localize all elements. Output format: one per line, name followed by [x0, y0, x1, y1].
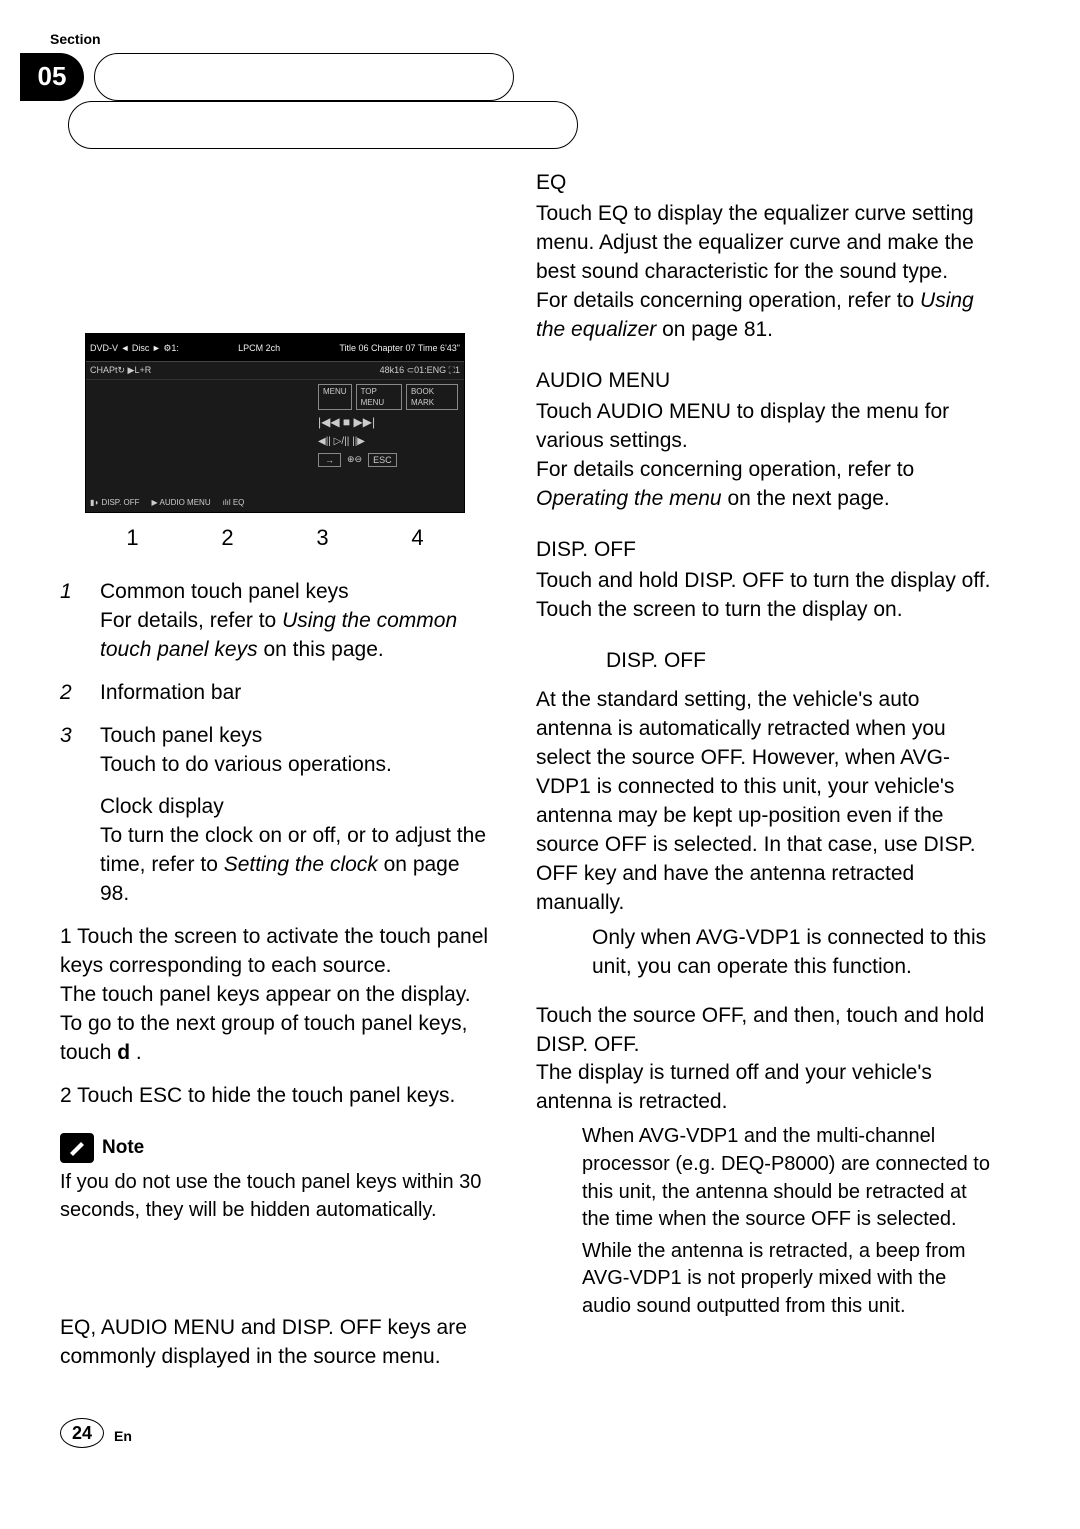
step-2: 2 Touch ESC to hide the touch panel keys…: [60, 1082, 490, 1111]
antenna-bullet-1: Only when AVG-VDP1 is connected to this …: [536, 924, 996, 982]
disp-off-body: Touch and hold DISP. OFF to turn the dis…: [536, 567, 996, 625]
note-icon: [60, 1133, 94, 1163]
left-column: DVD-V ◄ Disc ► ⚙1: LPCM 2ch Title 06 Cha…: [60, 153, 490, 1372]
header-bar-right: [68, 101, 578, 149]
header-bar-left: [94, 53, 514, 101]
eq-ref: For details concerning operation, refer …: [536, 287, 996, 345]
eq-body: Touch EQ to display the equalizer curve …: [536, 200, 996, 287]
note-body: If you do not use the touch panel keys w…: [60, 1169, 490, 1224]
audio-menu-ref: For details concerning operation, refer …: [536, 456, 996, 514]
antenna-notes-list: When AVG-VDP1 and the multi-channel proc…: [536, 1123, 996, 1320]
legend-item-2: 2 Information bar: [60, 679, 490, 708]
legend-item-3: 3 Touch panel keys Touch to do various o…: [60, 722, 490, 780]
header-row: 05: [60, 53, 1020, 103]
list-item: While the antenna is retracted, a beep f…: [536, 1238, 996, 1321]
list-item: When AVG-VDP1 and the multi-channel proc…: [536, 1123, 996, 1233]
eq-heading: EQ: [536, 169, 996, 198]
language-label: En: [114, 1427, 132, 1446]
legend-item-4: Clock display To turn the clock on or of…: [60, 793, 490, 909]
section-number-badge: 05: [20, 53, 84, 101]
right-column: EQ Touch EQ to display the equalizer cur…: [536, 153, 996, 1372]
audio-menu-heading: AUDIO MENU: [536, 367, 996, 396]
antenna-paragraph: At the standard setting, the vehicle's a…: [536, 686, 996, 918]
section-label: Section: [50, 30, 1020, 49]
device-screenshot: DVD-V ◄ Disc ► ⚙1: LPCM 2ch Title 06 Cha…: [85, 333, 465, 513]
page-number: 24: [60, 1418, 104, 1448]
common-keys-paragraph: EQ, AUDIO MENU and DISP. OFF keys are co…: [60, 1314, 490, 1372]
legend-item-1: 1 Common touch panel keys For details, r…: [60, 578, 490, 665]
page-footer: 24 En: [60, 1418, 1020, 1448]
figure-callout-numbers: 1234: [85, 523, 465, 553]
step-1: 1 Touch the screen to activate the touch…: [60, 923, 490, 1068]
antenna-step: Touch the source OFF, and then, touch an…: [536, 1002, 996, 1118]
note-heading: Note: [60, 1133, 490, 1163]
audio-menu-body: Touch AUDIO MENU to display the menu for…: [536, 398, 996, 456]
disp-off-heading: DISP. OFF: [536, 536, 996, 565]
disp-off-subheading: DISP. OFF: [606, 647, 996, 676]
